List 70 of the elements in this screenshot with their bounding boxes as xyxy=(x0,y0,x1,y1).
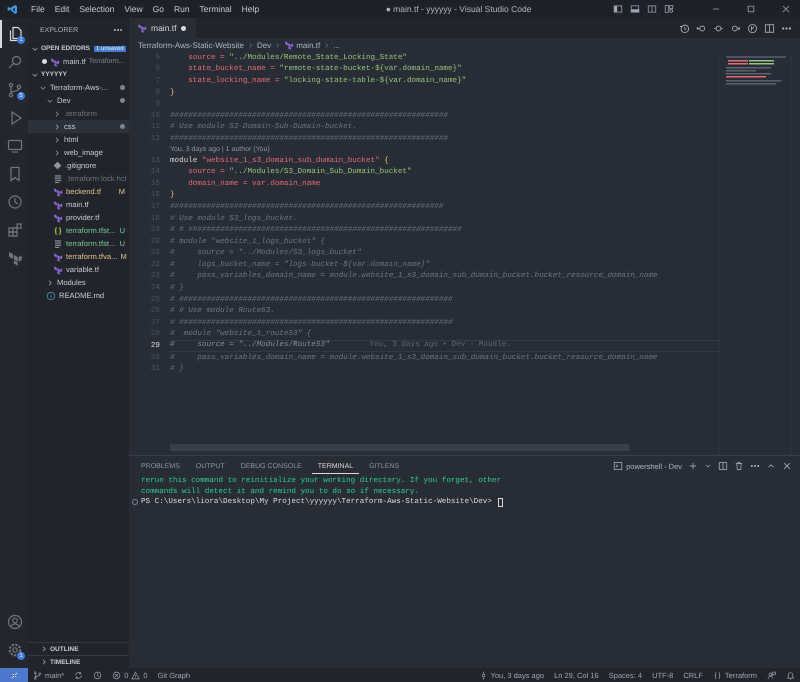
breadcrumb[interactable]: main.tf xyxy=(284,40,320,50)
close-icon[interactable] xyxy=(782,461,792,471)
breadcrumb[interactable]: Terraform-Aws-Static-Website xyxy=(138,40,244,50)
compare-icon[interactable] xyxy=(696,22,707,34)
customize-layout-icon[interactable] xyxy=(664,4,674,14)
search-icon[interactable] xyxy=(7,54,23,70)
history-icon[interactable] xyxy=(7,194,23,210)
maximize-icon[interactable] xyxy=(746,4,756,14)
logo-icon xyxy=(284,40,294,50)
warning-icon xyxy=(131,670,140,680)
split-editor-icon[interactable] xyxy=(764,22,775,34)
menu-item[interactable]: Edit xyxy=(50,4,74,14)
branch-circle-icon[interactable] xyxy=(747,22,758,34)
chevron-down-icon[interactable] xyxy=(704,462,712,470)
braces-icon xyxy=(712,670,722,680)
status-dot xyxy=(132,499,138,506)
logo-icon xyxy=(53,252,63,262)
circle-right-icon[interactable] xyxy=(730,22,741,34)
terminal-icon xyxy=(613,461,624,471)
logo-icon xyxy=(137,23,147,33)
split-layout-icon[interactable] xyxy=(647,4,657,14)
remote-icon xyxy=(10,670,18,680)
app-logo-icon xyxy=(7,4,18,14)
document-icon xyxy=(53,238,63,248)
timeline-icon[interactable] xyxy=(679,22,690,34)
close-icon[interactable] xyxy=(781,4,791,14)
bell-icon xyxy=(786,670,795,680)
settings-icon[interactable] xyxy=(7,642,23,658)
logo-icon xyxy=(53,264,63,274)
history-icon xyxy=(93,670,102,680)
trash-icon[interactable] xyxy=(734,461,744,471)
menu-item[interactable]: Run xyxy=(168,4,195,14)
chevron-right-icon xyxy=(246,42,254,48)
sync-icon xyxy=(74,670,84,680)
breadcrumb[interactable]: ... xyxy=(333,40,340,50)
blocks-icon[interactable] xyxy=(7,222,23,238)
circle-left-icon[interactable] xyxy=(713,22,724,34)
editor-tab[interactable]: main.tf xyxy=(129,18,196,38)
menu-item[interactable]: Terminal xyxy=(194,4,237,14)
branch-icon[interactable] xyxy=(7,82,23,98)
menu-item[interactable]: Selection xyxy=(74,4,120,14)
panel-layout-icon[interactable] xyxy=(630,4,640,14)
branch-icon xyxy=(33,670,42,680)
plus-icon[interactable] xyxy=(688,461,698,471)
window-title: ● main.tf - yyyyyy - Visual Studio Code xyxy=(384,4,532,14)
chevron-right-icon xyxy=(323,42,330,48)
info-icon xyxy=(46,290,56,300)
diamond-icon xyxy=(53,161,62,170)
error-icon xyxy=(112,670,122,680)
logo-icon xyxy=(53,186,63,196)
braces-icon xyxy=(53,226,63,236)
sidebar-layout-icon[interactable] xyxy=(613,4,623,14)
menu-item[interactable]: View xyxy=(119,4,148,14)
document-icon xyxy=(53,174,63,184)
logo-icon xyxy=(50,56,60,66)
minimap-drawing xyxy=(726,56,786,86)
breadcrumb[interactable]: Dev xyxy=(256,40,272,50)
menu-item[interactable]: File xyxy=(26,4,50,14)
menu-item[interactable]: Go xyxy=(148,4,169,14)
person-speech-icon xyxy=(767,670,776,680)
account-icon[interactable] xyxy=(7,614,23,630)
terminal-cursor xyxy=(498,498,503,507)
logo-icon xyxy=(53,212,63,222)
logo-icon[interactable] xyxy=(7,250,23,266)
split-icon[interactable] xyxy=(718,461,728,471)
monitor-icon[interactable] xyxy=(7,138,23,154)
files-icon[interactable] xyxy=(7,26,23,42)
menu-item[interactable]: Help xyxy=(236,4,264,14)
logo-icon xyxy=(53,200,63,210)
chevron-right-icon xyxy=(274,42,282,48)
